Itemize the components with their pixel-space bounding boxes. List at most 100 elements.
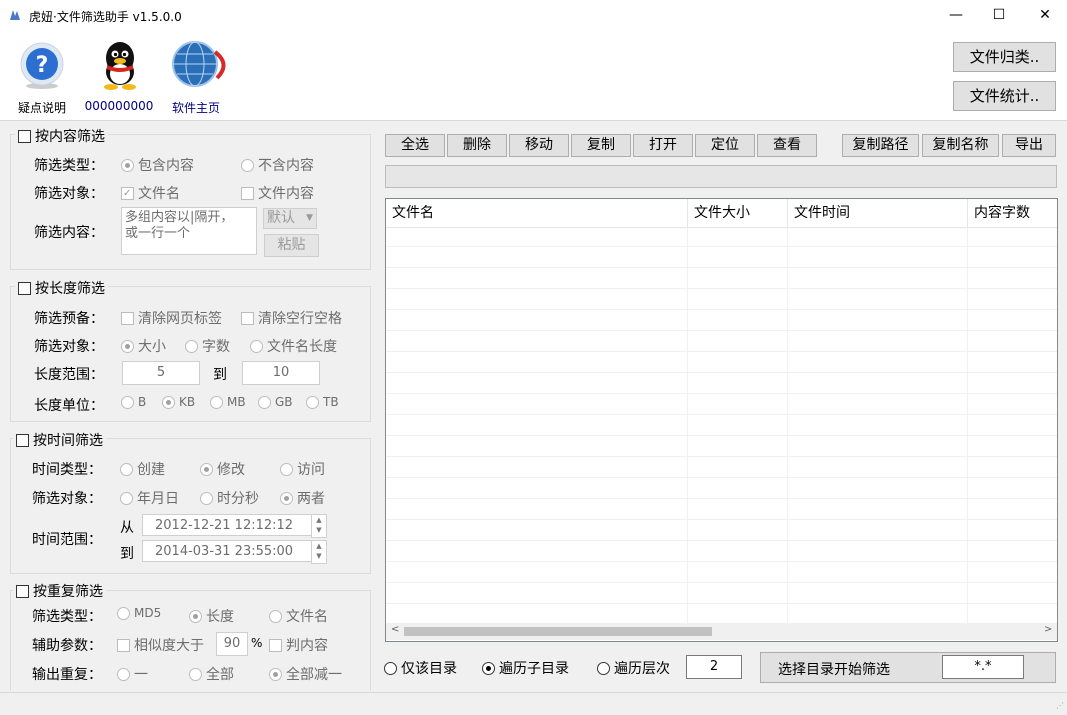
time-type-modify[interactable]: 修改: [200, 459, 245, 479]
horizontal-scrollbar[interactable]: < >: [386, 623, 1057, 640]
file-list[interactable]: 文件名 文件大小 文件时间 内容字数 < >: [385, 198, 1058, 642]
opt-dir-only[interactable]: 仅该目录: [384, 658, 457, 678]
unit-kb[interactable]: KB: [162, 395, 195, 409]
length-target-words[interactable]: 字数: [185, 336, 230, 356]
scroll-right-icon[interactable]: >: [1044, 624, 1052, 635]
row-divider: [386, 519, 1057, 520]
help-icon[interactable]: ?: [18, 40, 66, 90]
dup-filter-header[interactable]: 按重复筛选: [13, 581, 106, 601]
content-filter-checkbox[interactable]: [18, 129, 31, 143]
qq-number[interactable]: 000000000: [79, 99, 159, 113]
length-prep-label: 筛选预备：: [34, 311, 104, 327]
time-from-input[interactable]: 2012-12-21 12:12:12: [142, 514, 312, 536]
scroll-left-icon[interactable]: <: [391, 624, 399, 635]
column-divider: [967, 227, 968, 623]
dup-out-all[interactable]: 全部: [189, 664, 234, 684]
row-divider: [386, 246, 1057, 247]
minimize-button[interactable]: —: [933, 0, 979, 31]
content-textarea[interactable]: 多组内容以|隔开， 或一行一个: [121, 207, 257, 255]
homepage-link[interactable]: 软件主页: [156, 99, 236, 116]
paste-button[interactable]: 粘贴: [264, 234, 319, 257]
qq-penguin-icon[interactable]: [97, 38, 143, 90]
row-divider: [386, 456, 1057, 457]
length-filter-checkbox[interactable]: [18, 281, 31, 295]
content-type-include[interactable]: 包含内容: [121, 155, 194, 175]
time-target-both[interactable]: 两者: [280, 488, 325, 508]
move-button[interactable]: 移动: [509, 134, 569, 157]
length-prep-space[interactable]: 清除空行空格: [241, 308, 342, 328]
copy-path-button[interactable]: 复制路径: [842, 134, 919, 157]
scrollbar-thumb[interactable]: [404, 627, 712, 636]
time-target-date[interactable]: 年月日: [120, 488, 179, 508]
pattern-input[interactable]: *.*: [942, 655, 1024, 679]
dup-type-name[interactable]: 文件名: [269, 606, 328, 626]
row-divider: [386, 477, 1057, 478]
time-to-label: 到: [120, 546, 134, 562]
time-to-spinner[interactable]: ▲ ▼: [311, 540, 327, 564]
percent-label: %: [251, 636, 263, 650]
time-target-label: 筛选对象：: [32, 491, 102, 507]
row-divider: [386, 330, 1057, 331]
time-target-time[interactable]: 时分秒: [200, 488, 259, 508]
open-button[interactable]: 打开: [633, 134, 693, 157]
content-type-exclude[interactable]: 不含内容: [241, 155, 314, 175]
export-button[interactable]: 导出: [1002, 134, 1056, 157]
column-header-filename[interactable]: 文件名: [386, 199, 688, 227]
time-filter-header[interactable]: 按时间筛选: [13, 430, 106, 450]
dup-aux-content[interactable]: 判内容: [269, 635, 328, 655]
resize-grip-icon[interactable]: ⋰: [1056, 701, 1064, 710]
time-type-create[interactable]: 创建: [120, 459, 165, 479]
unit-mb[interactable]: MB: [210, 395, 246, 409]
opt-levels[interactable]: 遍历层次: [597, 658, 670, 678]
view-button[interactable]: 查看: [757, 134, 817, 157]
column-header-time[interactable]: 文件时间: [788, 199, 968, 227]
opt-subdirs[interactable]: 遍历子目录: [482, 658, 569, 678]
copy-name-button[interactable]: 复制名称: [922, 134, 999, 157]
similarity-input[interactable]: 90: [216, 632, 248, 656]
unit-b[interactable]: B: [121, 395, 146, 409]
stats-button[interactable]: 文件统计..: [953, 81, 1056, 111]
classify-button[interactable]: 文件归类..: [953, 42, 1056, 72]
length-filter-header[interactable]: 按长度筛选: [15, 278, 108, 298]
dup-aux-similarity[interactable]: 相似度大于: [117, 635, 204, 655]
content-target-filecontent[interactable]: 文件内容: [241, 183, 314, 203]
length-to-input[interactable]: 10: [242, 361, 320, 385]
unit-gb[interactable]: GB: [258, 395, 293, 409]
column-header-words[interactable]: 内容字数: [968, 199, 1057, 227]
default-select[interactable]: 默认 ▼: [263, 208, 317, 229]
window-title: 虎妞·文件筛选助手 v1.5.0.0: [29, 10, 182, 24]
content-filter-title: 按内容筛选: [35, 129, 105, 145]
content-filter-header[interactable]: 按内容筛选: [15, 126, 108, 146]
unit-tb[interactable]: TB: [306, 395, 339, 409]
copy-button[interactable]: 复制: [571, 134, 631, 157]
dup-type-length[interactable]: 长度: [189, 606, 234, 626]
globe-icon[interactable]: [165, 40, 231, 90]
column-divider: [787, 227, 788, 623]
column-header-size[interactable]: 文件大小: [688, 199, 788, 227]
row-divider: [386, 540, 1057, 541]
svg-text:?: ?: [36, 53, 49, 78]
dup-type-md5[interactable]: MD5: [117, 606, 161, 620]
time-filter-checkbox[interactable]: [16, 433, 29, 447]
length-prep-html[interactable]: 清除网页标签: [121, 308, 222, 328]
dup-out-one[interactable]: 一: [117, 664, 148, 684]
time-filter-title: 按时间筛选: [33, 433, 103, 449]
time-from-spinner[interactable]: ▲ ▼: [311, 514, 327, 538]
select-all-button[interactable]: 全选: [385, 134, 445, 157]
length-from-input[interactable]: 5: [122, 361, 200, 385]
levels-input[interactable]: 2: [686, 655, 742, 679]
time-to-input[interactable]: 2014-03-31 23:55:00: [142, 540, 312, 562]
delete-button[interactable]: 删除: [447, 134, 507, 157]
close-button[interactable]: ✕: [1022, 0, 1067, 31]
length-target-size[interactable]: 大小: [121, 336, 166, 356]
dup-out-all-minus-one[interactable]: 全部减一: [269, 664, 342, 684]
length-filter-title: 按长度筛选: [35, 281, 105, 297]
content-target-filename[interactable]: 文件名: [121, 183, 180, 203]
maximize-button[interactable]: ☐: [976, 0, 1022, 31]
row-divider: [386, 414, 1057, 415]
app-icon: [10, 10, 20, 20]
time-type-access[interactable]: 访问: [280, 459, 325, 479]
dup-filter-checkbox[interactable]: [16, 584, 29, 598]
locate-button[interactable]: 定位: [695, 134, 755, 157]
length-target-namelen[interactable]: 文件名长度: [250, 336, 337, 356]
